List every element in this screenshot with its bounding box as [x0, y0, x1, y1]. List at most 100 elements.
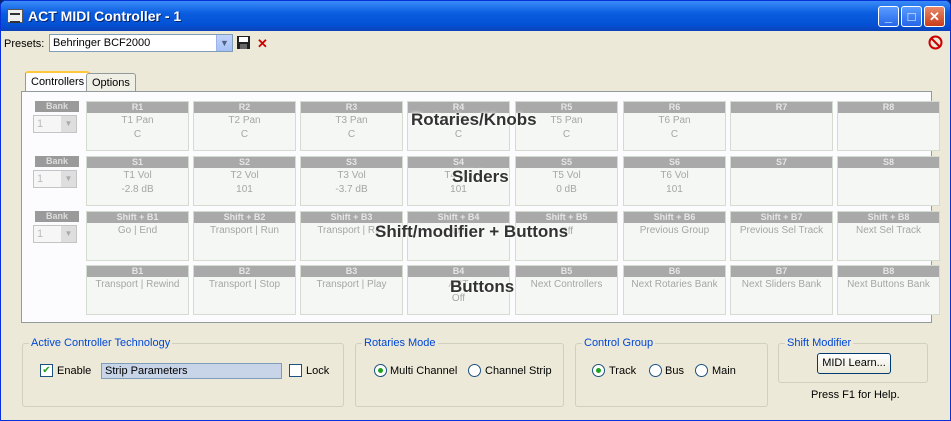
cell-value: C	[562, 129, 571, 140]
shift-modifier-title: Shift Modifier	[785, 337, 854, 349]
bus-label: Bus	[665, 365, 684, 377]
bank-select-1: Bank 1 ▼	[33, 101, 81, 149]
shift-modifier-group: Shift Modifier MIDI Learn...	[778, 337, 928, 383]
cell-assignment: T1 Vol	[123, 170, 152, 181]
row-overlay-label: Buttons	[450, 277, 515, 296]
cell-header: S7	[731, 157, 832, 168]
no-icon[interactable]	[927, 35, 944, 52]
strip-parameters-field[interactable]: Strip Parameters	[101, 363, 282, 379]
controller-cell[interactable]: B3 Transport | Play	[300, 265, 403, 315]
cell-header: B4	[408, 266, 509, 277]
cell-assignment: T6 Vol	[660, 170, 689, 181]
controller-cell[interactable]: R7	[730, 101, 833, 151]
cell-header: Shift + B1	[87, 212, 188, 223]
enable-label: Enable	[57, 365, 92, 377]
cell-value: 101	[666, 184, 683, 195]
bank-combo[interactable]: 1 ▼	[33, 170, 77, 188]
cell-assignment: Transport | Rewind	[95, 279, 180, 290]
cell-header: B2	[194, 266, 295, 277]
channel-strip-radio[interactable]	[468, 364, 481, 377]
chevron-down-icon[interactable]: ▼	[216, 35, 232, 51]
chevron-down-icon[interactable]: ▼	[61, 226, 76, 242]
controller-cell[interactable]: B6 Next Rotaries Bank	[623, 265, 726, 315]
rotaries-mode-group: Rotaries Mode Multi Channel Channel Stri…	[355, 337, 564, 407]
controller-cell[interactable]: S3 T3 Vol -3.7 dB	[300, 156, 403, 206]
control-group: Control Group Track Bus Main	[575, 337, 768, 407]
help-text: Press F1 for Help.	[811, 389, 900, 401]
app-icon	[7, 9, 23, 23]
controller-cell[interactable]: R8	[837, 101, 940, 151]
cell-header: S6	[624, 157, 725, 168]
lock-checkbox[interactable]	[289, 364, 302, 377]
chevron-down-icon[interactable]: ▼	[61, 171, 76, 187]
minimize-button[interactable]: _	[878, 6, 899, 27]
cell-assignment: Next Controllers	[530, 279, 603, 290]
bank-combo[interactable]: 1 ▼	[33, 115, 77, 133]
controller-cell[interactable]: B7 Next Sliders Bank	[730, 265, 833, 315]
presets-label: Presets:	[4, 38, 45, 50]
controller-cell[interactable]: R3 T3 Pan C	[300, 101, 403, 151]
controller-cell[interactable]: S2 T2 Vol 101	[193, 156, 296, 206]
bank-label: Bank	[35, 101, 79, 112]
cell-assignment: Next Rotaries Bank	[631, 279, 718, 290]
controller-cell[interactable]: S6 T6 Vol 101	[623, 156, 726, 206]
cell-value: 0 dB	[556, 184, 577, 195]
controller-cell[interactable]: Shift + B1 Go | End	[86, 211, 189, 261]
bank-combo[interactable]: 1 ▼	[33, 225, 77, 243]
cell-header: S3	[301, 157, 402, 168]
controller-cell[interactable]: S1 T1 Vol -2.8 dB	[86, 156, 189, 206]
lock-label: Lock	[306, 365, 330, 377]
enable-checkbox[interactable]: ✔	[40, 364, 53, 377]
maximize-button[interactable]: □	[901, 6, 922, 27]
presets-select[interactable]: Behringer BCF2000 ▼	[49, 34, 233, 52]
close-button[interactable]: ✕	[924, 6, 945, 27]
bus-radio[interactable]	[649, 364, 662, 377]
tab-controllers[interactable]: Controllers	[25, 71, 91, 92]
cell-header: B3	[301, 266, 402, 277]
cell-assignment: Previous Group	[639, 225, 710, 236]
control-group-title: Control Group	[582, 337, 656, 349]
cell-header: Shift + B8	[838, 212, 939, 223]
controller-cell[interactable]: Shift + B8 Next Sel Track	[837, 211, 940, 261]
cell-assignment: T2 Vol	[230, 170, 259, 181]
cell-header: S2	[194, 157, 295, 168]
controller-cell[interactable]: R2 T2 Pan C	[193, 101, 296, 151]
cell-assignment: Go | End	[117, 225, 158, 236]
main-window: ACT MIDI Controller - 1 _ □ ✕ Presets: B…	[0, 0, 951, 421]
track-radio[interactable]	[592, 364, 605, 377]
chevron-down-icon[interactable]: ▼	[61, 116, 76, 132]
midi-learn-button[interactable]: MIDI Learn...	[817, 353, 891, 374]
cell-value: -3.7 dB	[335, 184, 368, 195]
cell-assignment: T1 Pan	[121, 115, 154, 126]
cell-assignment: T3 Vol	[337, 170, 366, 181]
cell-assignment: Previous Sel Track	[739, 225, 824, 236]
controller-cell[interactable]: S7	[730, 156, 833, 206]
tab-options[interactable]: Options	[86, 73, 136, 92]
bank-value: 1	[37, 228, 44, 240]
cell-header: R8	[838, 102, 939, 113]
save-icon[interactable]	[235, 35, 252, 52]
controller-cell[interactable]: R6 T6 Pan C	[623, 101, 726, 151]
controller-cell[interactable]: B5 Next Controllers	[515, 265, 618, 315]
controller-cell[interactable]: S8	[837, 156, 940, 206]
title-bar[interactable]: ACT MIDI Controller - 1 _ □ ✕	[1, 1, 950, 31]
controller-cell[interactable]: R1 T1 Pan C	[86, 101, 189, 151]
controller-cell[interactable]: Shift + B6 Previous Group	[623, 211, 726, 261]
cell-value: C	[133, 129, 142, 140]
controller-cell[interactable]: Shift + B2 Transport | Run	[193, 211, 296, 261]
presets-row: Presets: Behringer BCF2000 ▼ ✕	[1, 32, 950, 56]
cell-header: S5	[516, 157, 617, 168]
controller-cell[interactable]: B1 Transport | Rewind	[86, 265, 189, 315]
controller-cell[interactable]: B2 Transport | Stop	[193, 265, 296, 315]
multi-channel-radio[interactable]	[374, 364, 387, 377]
main-radio[interactable]	[695, 364, 708, 377]
controller-cell[interactable]: B8 Next Buttons Bank	[837, 265, 940, 315]
cell-header: R1	[87, 102, 188, 113]
delete-icon[interactable]: ✕	[254, 35, 271, 52]
cell-header: R6	[624, 102, 725, 113]
row-overlay-label: Shift/modifier + Buttons	[375, 222, 569, 241]
cell-assignment: T5 Vol	[552, 170, 581, 181]
cell-value: -2.8 dB	[121, 184, 154, 195]
controller-cell[interactable]: S5 T5 Vol 0 dB	[515, 156, 618, 206]
controller-cell[interactable]: Shift + B7 Previous Sel Track	[730, 211, 833, 261]
